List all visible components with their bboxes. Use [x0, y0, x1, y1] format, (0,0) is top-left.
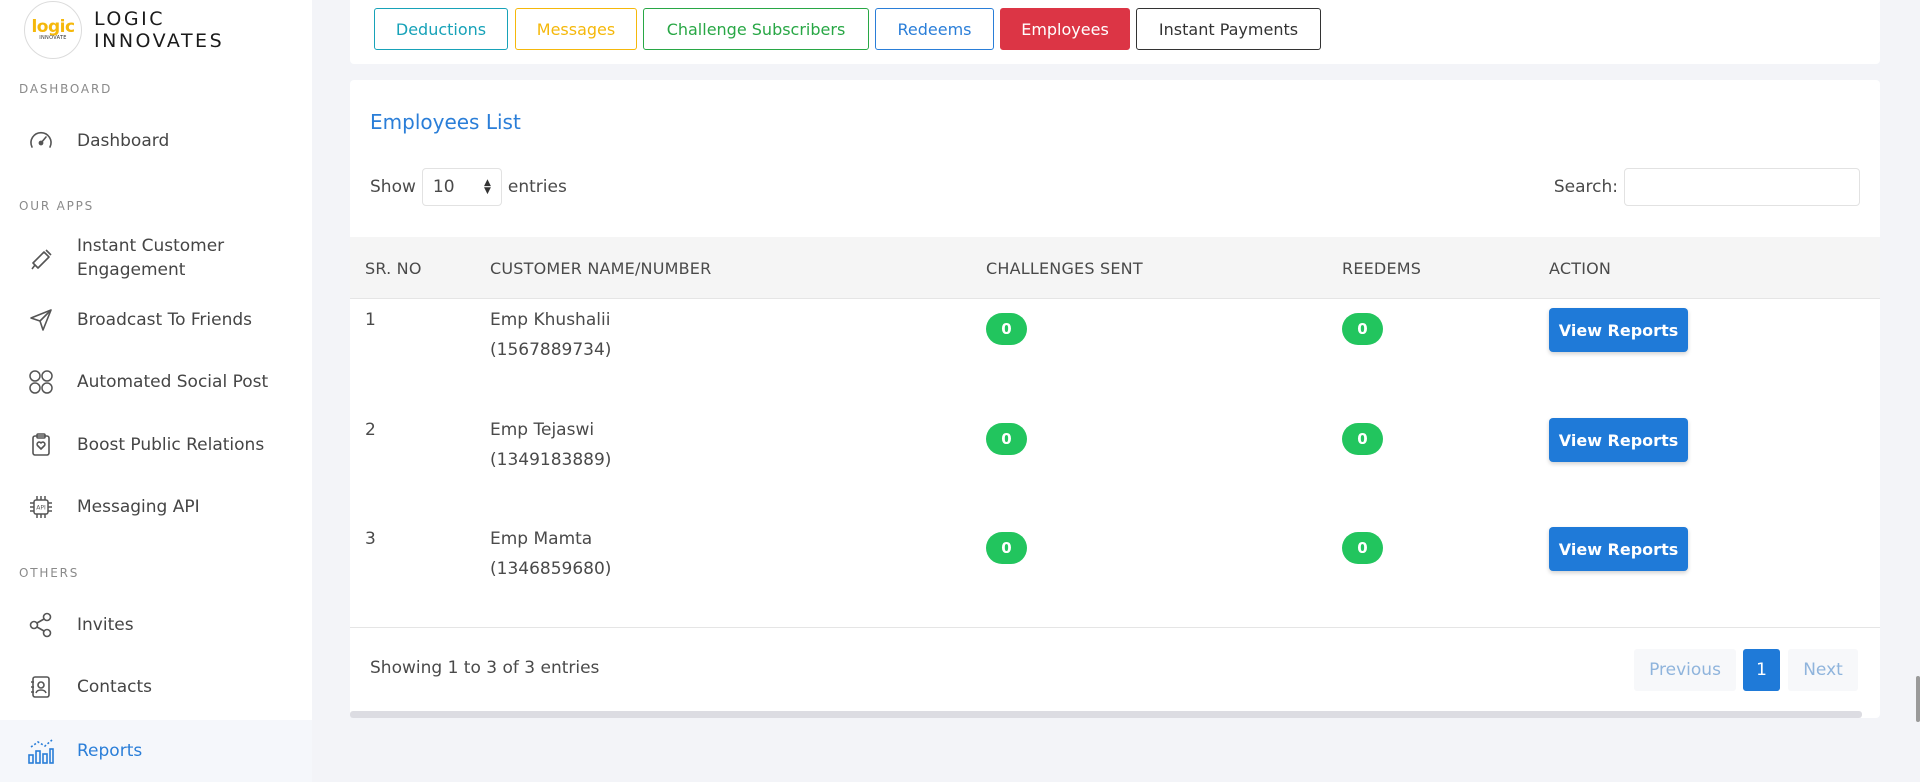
customer-number: (1349183889): [490, 450, 612, 470]
tab-employees[interactable]: Employees: [1000, 8, 1130, 50]
customer-name: Emp Khushalii: [490, 310, 611, 330]
sort-arrows-icon: ▲ ▼: [483, 178, 491, 196]
show-label: Show: [370, 177, 416, 197]
clipboard-heart-icon: [27, 431, 55, 459]
sidebar-item-label: Invites: [77, 615, 134, 635]
vertical-scrollbar[interactable]: [1916, 676, 1920, 722]
search-input[interactable]: [1624, 168, 1860, 206]
brand-name-line2: INNOVATES: [94, 30, 225, 52]
sidebar-item-label: Instant Customer Engagement: [77, 236, 225, 280]
entries-length-control: Show 10 ▲ ▼ entries: [370, 168, 567, 206]
section-label-others: OTHERS: [19, 566, 80, 580]
customer-number: (1346859680): [490, 559, 612, 579]
search-control: Search:: [1554, 168, 1860, 206]
section-label-our-apps: OUR APPS: [19, 199, 95, 213]
sidebar-item-label: Boost Public Relations: [77, 435, 265, 455]
view-reports-button[interactable]: View Reports: [1549, 527, 1688, 571]
sidebar-item-dashboard[interactable]: Dashboard: [0, 124, 312, 158]
sidebar-item-label: Reports: [77, 741, 143, 761]
challenges-sent-badge: 0: [986, 313, 1027, 345]
megaphone-icon: [27, 246, 55, 274]
column-header-challenges-sent[interactable]: CHALLENGES SENT: [986, 237, 1143, 299]
redeems-badge: 0: [1342, 423, 1383, 455]
entries-select[interactable]: 10 ▲ ▼: [421, 168, 502, 206]
view-reports-button[interactable]: View Reports: [1549, 308, 1688, 352]
sidebar-item-messaging-api[interactable]: API Messaging API: [0, 490, 312, 524]
employees-card: Employees List Show 10 ▲ ▼ entries Search…: [350, 80, 1880, 718]
share-nodes-icon: [27, 611, 55, 639]
table-footer-divider: [350, 627, 1880, 628]
column-header-reedems[interactable]: REEDEMS: [1342, 237, 1421, 299]
column-header-action[interactable]: ACTION: [1549, 237, 1611, 299]
redeems-badge: 0: [1342, 313, 1383, 345]
svg-text:API: API: [36, 505, 46, 512]
sidebar-item-label: Contacts: [77, 677, 152, 697]
redeems-badge: 0: [1342, 532, 1383, 564]
challenges-sent-badge: 0: [986, 532, 1027, 564]
search-label: Search:: [1553, 177, 1618, 197]
table-row: 1 Emp Khushalii (1567889734) 0 0 View Re…: [350, 299, 1880, 409]
sidebar-item-label: Dashboard: [77, 131, 170, 151]
logo: logic INNOVATE: [24, 1, 82, 59]
customer-name: Emp Mamta: [490, 529, 593, 549]
entries-label: entries: [507, 177, 567, 197]
sr-no: 2: [365, 420, 376, 440]
tab-instant-payments[interactable]: Instant Payments: [1136, 8, 1321, 50]
customer-number: (1567889734): [490, 340, 612, 360]
column-header-sr-no[interactable]: SR. NO: [365, 237, 422, 299]
challenges-sent-badge: 0: [986, 423, 1027, 455]
tab-bar: Deductions Messages Challenge Subscriber…: [350, 0, 1880, 64]
view-reports-button[interactable]: View Reports: [1549, 418, 1688, 462]
sidebar-item-label: Automated Social Post: [77, 372, 269, 392]
table-header: SR. NO CUSTOMER NAME/NUMBER CHALLENGES S…: [350, 237, 1880, 299]
pagination-previous[interactable]: Previous: [1634, 649, 1736, 691]
logo-text: logic: [31, 17, 75, 37]
horizontal-scrollbar[interactable]: [350, 711, 1862, 718]
sidebar-item-label: Broadcast To Friends: [77, 310, 253, 330]
api-chip-icon: API: [27, 493, 55, 521]
pagination-next[interactable]: Next: [1788, 649, 1858, 691]
brand[interactable]: logic INNOVATE LOGIC INNOVATES: [24, 1, 224, 59]
sidebar: logic INNOVATE LOGIC INNOVATES DASHBOARD…: [0, 0, 312, 782]
sidebar-item-broadcast-to-friends[interactable]: Broadcast To Friends: [0, 303, 312, 337]
social-grid-icon: [27, 368, 55, 396]
paper-plane-icon: [27, 306, 55, 334]
logo-subtext: INNOVATE: [39, 35, 67, 41]
sidebar-item-instant-customer-engagement[interactable]: Instant Customer Engagement: [0, 232, 312, 288]
sidebar-item-reports[interactable]: Reports: [0, 720, 312, 782]
sidebar-item-label: Messaging API: [77, 497, 200, 517]
table-row: 3 Emp Mamta (1346859680) 0 0 View Report…: [350, 518, 1880, 628]
table-info: Showing 1 to 3 of 3 entries: [370, 658, 600, 678]
brand-name-line1: LOGIC: [94, 8, 165, 30]
column-header-customer[interactable]: CUSTOMER NAME/NUMBER: [490, 237, 711, 299]
sidebar-item-invites[interactable]: Invites: [0, 608, 312, 642]
brand-name: LOGIC INNOVATES: [94, 8, 224, 52]
customer-name: Emp Tejaswi: [490, 420, 595, 440]
contact-book-icon: [27, 673, 55, 701]
sidebar-item-contacts[interactable]: Contacts: [0, 670, 312, 704]
table-row: 2 Emp Tejaswi (1349183889) 0 0 View Repo…: [350, 409, 1880, 519]
tab-redeems[interactable]: Redeems: [875, 8, 994, 50]
bar-chart-icon: [27, 737, 55, 765]
pagination-page-1[interactable]: 1: [1743, 649, 1780, 691]
tab-messages[interactable]: Messages: [515, 8, 637, 50]
sr-no: 3: [365, 529, 376, 549]
entries-select-value: 10: [432, 177, 455, 197]
sidebar-item-automated-social-post[interactable]: Automated Social Post: [0, 365, 312, 399]
tab-challenge-subscribers[interactable]: Challenge Subscribers: [643, 8, 869, 50]
tab-deductions[interactable]: Deductions: [374, 8, 508, 50]
sr-no: 1: [365, 310, 376, 330]
section-label-dashboard: DASHBOARD: [19, 82, 113, 96]
sidebar-item-boost-public-relations[interactable]: Boost Public Relations: [0, 428, 312, 462]
page-title: Employees List: [370, 110, 521, 134]
speedometer-icon: [27, 127, 55, 155]
